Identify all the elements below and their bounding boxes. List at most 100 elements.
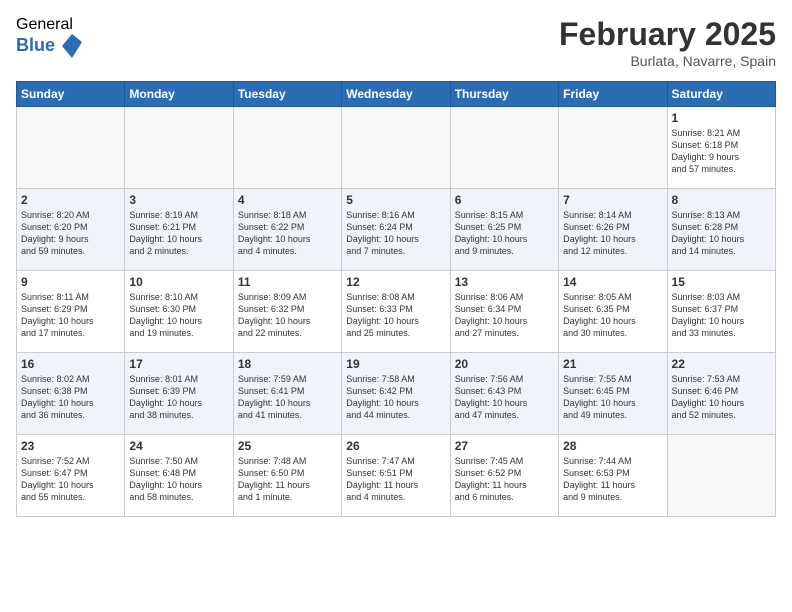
day-info: Sunrise: 8:08 AM Sunset: 6:33 PM Dayligh… [346,291,445,340]
day-number: 15 [672,275,771,289]
calendar-week-row: 23 Sunrise: 7:52 AM Sunset: 6:47 PM Dayli… [17,435,776,517]
table-row: 6 Sunrise: 8:15 AM Sunset: 6:25 PM Daylig… [450,189,558,271]
table-row: 2 Sunrise: 8:20 AM Sunset: 6:20 PM Daylig… [17,189,125,271]
day-info: Sunrise: 8:18 AM Sunset: 6:22 PM Dayligh… [238,209,337,258]
day-info: Sunrise: 8:11 AM Sunset: 6:29 PM Dayligh… [21,291,120,340]
logo-text: General Blue [16,16,82,58]
table-row: 10 Sunrise: 8:10 AM Sunset: 6:30 PM Dayli… [125,271,233,353]
table-row [667,435,775,517]
table-row [233,107,341,189]
table-row [342,107,450,189]
table-row [17,107,125,189]
table-row: 15 Sunrise: 8:03 AM Sunset: 6:37 PM Dayli… [667,271,775,353]
day-number: 13 [455,275,554,289]
day-info: Sunrise: 7:55 AM Sunset: 6:45 PM Dayligh… [563,373,662,422]
table-row: 11Sunrise: 8:09 AM Sunset: 6:32 PM Dayli… [233,271,341,353]
table-row: 23 Sunrise: 7:52 AM Sunset: 6:47 PM Dayli… [17,435,125,517]
table-row [125,107,233,189]
day-number: 7 [563,193,662,207]
day-number: 22 [672,357,771,371]
day-number: 27 [455,439,554,453]
day-number: 1 [672,111,771,125]
day-info: Sunrise: 7:50 AM Sunset: 6:48 PM Dayligh… [129,455,228,504]
calendar-header-row: Sunday Monday Tuesday Wednesday Thursday… [17,82,776,107]
header-sunday: Sunday [17,82,125,107]
logo-bird-icon [62,34,82,58]
table-row: 8Sunrise: 8:13 AM Sunset: 6:28 PM Daylig… [667,189,775,271]
table-row: 21 Sunrise: 7:55 AM Sunset: 6:45 PM Dayli… [559,353,667,435]
table-row: 16Sunrise: 8:02 AM Sunset: 6:38 PM Dayli… [17,353,125,435]
day-info: Sunrise: 8:15 AM Sunset: 6:25 PM Dayligh… [455,209,554,258]
calendar-week-row: 1 Sunrise: 8:21 AM Sunset: 6:18 PM Daylig… [17,107,776,189]
table-row: 25 Sunrise: 7:48 AM Sunset: 6:50 PM Dayli… [233,435,341,517]
table-row [559,107,667,189]
day-number: 3 [129,193,228,207]
day-info: Sunrise: 8:16 AM Sunset: 6:24 PM Dayligh… [346,209,445,258]
logo: General Blue [16,16,82,58]
day-number: 24 [129,439,228,453]
header-saturday: Saturday [667,82,775,107]
day-number: 14 [563,275,662,289]
table-row: 17Sunrise: 8:01 AM Sunset: 6:39 PM Dayli… [125,353,233,435]
day-number: 2 [21,193,120,207]
calendar-week-row: 9 Sunrise: 8:11 AM Sunset: 6:29 PM Daylig… [17,271,776,353]
table-row: 19Sunrise: 7:58 AM Sunset: 6:42 PM Dayli… [342,353,450,435]
header-thursday: Thursday [450,82,558,107]
table-row: 5Sunrise: 8:16 AM Sunset: 6:24 PM Daylig… [342,189,450,271]
calendar-table: Sunday Monday Tuesday Wednesday Thursday… [16,81,776,517]
table-row: 1 Sunrise: 8:21 AM Sunset: 6:18 PM Daylig… [667,107,775,189]
table-row: 27 Sunrise: 7:45 AM Sunset: 6:52 PM Dayli… [450,435,558,517]
page-container: General Blue February 2025 Burlata, Nava… [0,0,792,525]
header-tuesday: Tuesday [233,82,341,107]
day-number: 28 [563,439,662,453]
logo-blue: Blue [16,34,82,58]
day-number: 18 [238,357,337,371]
day-info: Sunrise: 8:06 AM Sunset: 6:34 PM Dayligh… [455,291,554,340]
day-number: 10 [129,275,228,289]
day-number: 9 [21,275,120,289]
day-info: Sunrise: 7:53 AM Sunset: 6:46 PM Dayligh… [672,373,771,422]
day-info: Sunrise: 7:52 AM Sunset: 6:47 PM Dayligh… [21,455,120,504]
day-number: 16 [21,357,120,371]
table-row: 22 Sunrise: 7:53 AM Sunset: 6:46 PM Dayli… [667,353,775,435]
table-row: 12Sunrise: 8:08 AM Sunset: 6:33 PM Dayli… [342,271,450,353]
month-title: February 2025 [559,16,776,53]
day-number: 25 [238,439,337,453]
day-info: Sunrise: 7:48 AM Sunset: 6:50 PM Dayligh… [238,455,337,504]
table-row: 4 Sunrise: 8:18 AM Sunset: 6:22 PM Daylig… [233,189,341,271]
table-row: 20 Sunrise: 7:56 AM Sunset: 6:43 PM Dayli… [450,353,558,435]
day-info: Sunrise: 8:14 AM Sunset: 6:26 PM Dayligh… [563,209,662,258]
logo-general: General [16,16,82,34]
day-number: 26 [346,439,445,453]
day-info: Sunrise: 7:45 AM Sunset: 6:52 PM Dayligh… [455,455,554,504]
calendar-week-row: 16Sunrise: 8:02 AM Sunset: 6:38 PM Dayli… [17,353,776,435]
table-row: 13 Sunrise: 8:06 AM Sunset: 6:34 PM Dayli… [450,271,558,353]
day-number: 23 [21,439,120,453]
calendar-week-row: 2 Sunrise: 8:20 AM Sunset: 6:20 PM Daylig… [17,189,776,271]
day-number: 4 [238,193,337,207]
day-info: Sunrise: 8:19 AM Sunset: 6:21 PM Dayligh… [129,209,228,258]
header-friday: Friday [559,82,667,107]
day-info: Sunrise: 7:58 AM Sunset: 6:42 PM Dayligh… [346,373,445,422]
table-row: 18Sunrise: 7:59 AM Sunset: 6:41 PM Dayli… [233,353,341,435]
day-info: Sunrise: 7:44 AM Sunset: 6:53 PM Dayligh… [563,455,662,504]
day-info: Sunrise: 8:05 AM Sunset: 6:35 PM Dayligh… [563,291,662,340]
day-number: 20 [455,357,554,371]
table-row: 28 Sunrise: 7:44 AM Sunset: 6:53 PM Dayli… [559,435,667,517]
day-number: 6 [455,193,554,207]
day-info: Sunrise: 8:03 AM Sunset: 6:37 PM Dayligh… [672,291,771,340]
header-wednesday: Wednesday [342,82,450,107]
header-monday: Monday [125,82,233,107]
day-number: 21 [563,357,662,371]
header: General Blue February 2025 Burlata, Nava… [16,16,776,69]
table-row: 24 Sunrise: 7:50 AM Sunset: 6:48 PM Dayli… [125,435,233,517]
day-info: Sunrise: 7:56 AM Sunset: 6:43 PM Dayligh… [455,373,554,422]
title-block: February 2025 Burlata, Navarre, Spain [559,16,776,69]
day-info: Sunrise: 8:21 AM Sunset: 6:18 PM Dayligh… [672,127,771,176]
day-info: Sunrise: 8:01 AM Sunset: 6:39 PM Dayligh… [129,373,228,422]
day-info: Sunrise: 8:10 AM Sunset: 6:30 PM Dayligh… [129,291,228,340]
table-row: 9 Sunrise: 8:11 AM Sunset: 6:29 PM Daylig… [17,271,125,353]
day-info: Sunrise: 7:47 AM Sunset: 6:51 PM Dayligh… [346,455,445,504]
table-row: 26 Sunrise: 7:47 AM Sunset: 6:51 PM Dayli… [342,435,450,517]
day-info: Sunrise: 8:20 AM Sunset: 6:20 PM Dayligh… [21,209,120,258]
